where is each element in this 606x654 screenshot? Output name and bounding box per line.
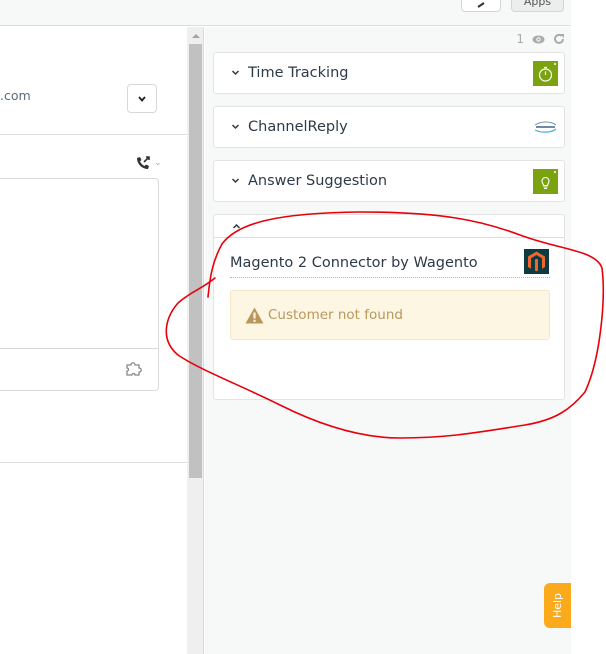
reply-composer[interactable]	[0, 178, 159, 391]
alert-message: Customer not found	[268, 307, 403, 323]
customer-not-found-alert: Customer not found	[230, 290, 550, 340]
sidebar-tools: 1	[516, 32, 565, 46]
ticket-main-pane: .com ⌄	[0, 27, 187, 654]
app-card-magento-connector: Magento 2 Connector by Wagento Customer …	[213, 214, 565, 400]
app-window: Apps .com ⌄ 1 Time Tracking ChannelReply…	[0, 0, 606, 654]
app-card-title: ChannelReply	[248, 119, 348, 135]
chevron-up-icon[interactable]	[232, 222, 241, 231]
scrollbar-thumb[interactable]	[189, 44, 202, 478]
magento-app-title: Magento 2 Connector by Wagento	[230, 255, 478, 271]
composer-footer	[0, 348, 158, 390]
apps-button[interactable]: Apps	[511, 0, 564, 12]
phone-dropdown-caret[interactable]: ⌄	[154, 158, 162, 168]
viewers-count: 1	[516, 32, 524, 46]
app-card-header[interactable]	[214, 215, 564, 238]
warning-icon	[245, 307, 264, 323]
apps-button-label: Apps	[523, 0, 552, 8]
top-bar: Apps	[0, 0, 571, 26]
divider	[0, 462, 187, 463]
arrow-icon	[477, 2, 485, 8]
app-card-time-tracking[interactable]: Time Tracking	[213, 52, 565, 94]
app-card-channelreply[interactable]: ChannelReply	[213, 106, 565, 148]
chevron-down-icon	[138, 95, 146, 102]
channelreply-logo	[534, 121, 557, 133]
eye-icon	[532, 35, 545, 43]
lightbulb-icon	[533, 169, 558, 194]
help-button[interactable]: Help	[544, 583, 571, 628]
refresh-icon[interactable]	[553, 33, 565, 45]
requester-email: .com	[0, 88, 31, 103]
app-card-title: Answer Suggestion	[248, 173, 388, 189]
chevron-down-icon	[231, 70, 240, 76]
stopwatch-icon	[533, 61, 558, 86]
page-background	[571, 0, 606, 654]
apps-sidebar: 1 Time Tracking ChannelReply Answer Sugg…	[205, 27, 571, 654]
help-label: Help	[550, 592, 564, 619]
app-card-title: Time Tracking	[248, 65, 349, 81]
chevron-down-icon	[231, 178, 240, 184]
collapse-button[interactable]	[127, 84, 157, 113]
scrollbar[interactable]	[187, 27, 204, 654]
divider	[0, 134, 187, 135]
scroll-up-arrow-icon[interactable]	[192, 34, 200, 38]
puzzle-icon[interactable]	[126, 361, 144, 377]
magento-logo	[524, 249, 549, 274]
forward-button[interactable]	[461, 0, 501, 12]
phone-transfer-icon[interactable]	[135, 155, 151, 171]
app-card-answer-suggestion[interactable]: Answer Suggestion	[213, 160, 565, 202]
chevron-down-icon	[231, 124, 240, 130]
title-divider	[230, 277, 550, 278]
